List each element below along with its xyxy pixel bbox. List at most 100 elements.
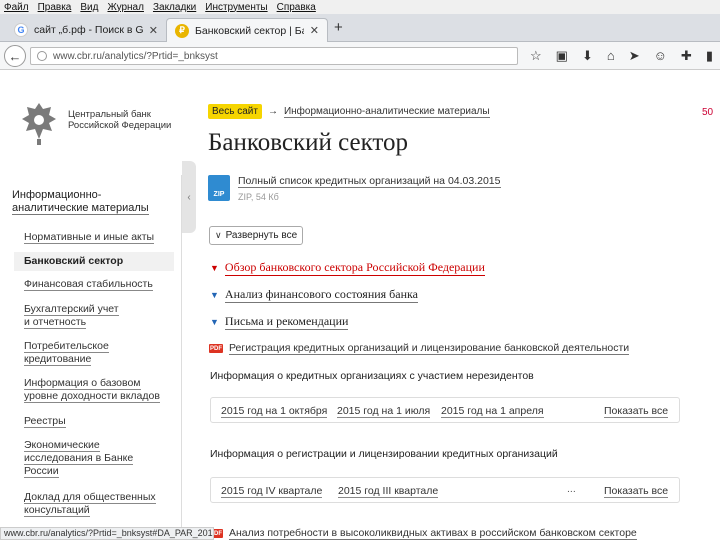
- sidebar-item-label: Доклад для общественных: [24, 491, 156, 504]
- sidebar-item-label: Банковский сектор: [24, 255, 124, 267]
- sidebar-item-financial-stability[interactable]: Финансовая стабильность: [24, 278, 174, 291]
- extension-icon[interactable]: ▮: [706, 48, 713, 64]
- logo-line: Российской Федерации: [68, 120, 172, 131]
- accordion-financial-analysis[interactable]: ▼ Анализ финансового состояния банка: [210, 287, 419, 303]
- tab-title: сайт „б.рф - Поиск в Goo...: [34, 24, 143, 36]
- tab-bank-sector[interactable]: ₽ Банковский сектор | Банк... ✕: [166, 18, 328, 42]
- close-tab-icon[interactable]: ✕: [149, 24, 158, 37]
- menu-view[interactable]: Вид: [80, 2, 98, 13]
- accordion-banking-overview[interactable]: ▼ Обзор банковского сектора Российской Ф…: [210, 260, 485, 276]
- show-all-link[interactable]: Показать все: [604, 485, 669, 498]
- reader-icon[interactable]: ▣: [556, 48, 568, 64]
- download-icon[interactable]: ⬇: [582, 48, 593, 64]
- sidebar-item-accounting[interactable]: Бухгалтерский учет и отчетность: [24, 303, 174, 329]
- toolbar-icons: ☆ ▣ ⬇ ⌂ ➤ ☺ ✚ ▮ ≡: [530, 48, 720, 64]
- sidebar-item-label: исследования в Банке: [24, 452, 134, 465]
- breadcrumb-separator: →: [267, 106, 278, 117]
- sidebar-collapse-handle[interactable]: ‹: [182, 161, 196, 233]
- sidebar-item-label: России: [24, 465, 59, 478]
- sidebar-item-normative-acts[interactable]: Нормативные и иные акты: [24, 231, 174, 244]
- registration-links-box: 2015 год IV квартале 2015 год III кварта…: [210, 477, 680, 503]
- link-text: Полный список кредитных организаций на 0…: [238, 175, 501, 188]
- menu-file[interactable]: Файл: [4, 2, 29, 13]
- file-size: ZIP, 54 Кб: [238, 192, 279, 202]
- menu-bookmarks[interactable]: Закладки: [153, 2, 196, 13]
- sidebar-item-economic-research[interactable]: Экономические исследования в Банке Росси…: [24, 439, 174, 478]
- more-dots: ...: [567, 483, 576, 495]
- close-tab-icon[interactable]: ✕: [310, 24, 319, 37]
- show-all-link[interactable]: Показать все: [604, 405, 669, 418]
- registration-licensing-link[interactable]: PDF Регистрация кредитных организаций и …: [209, 342, 630, 355]
- credit-org-list-link[interactable]: Полный список кредитных организаций на 0…: [238, 175, 501, 188]
- sidebar-item-label: Реестры: [24, 415, 66, 428]
- sidebar-item-label: Экономические: [24, 439, 100, 452]
- pdf-file-icon: PDF: [209, 344, 223, 353]
- sidebar-item-label: кредитование: [24, 353, 92, 366]
- menu-tools[interactable]: Инструменты: [205, 2, 267, 13]
- accordion-label: Анализ финансового состояния банка: [224, 287, 419, 303]
- sidebar-title-line: аналитические материалы: [12, 202, 149, 215]
- sidebar-item-label: Нормативные и иные акты: [24, 231, 155, 244]
- new-tab-plus-icon[interactable]: +: [334, 19, 343, 36]
- chevron-down-icon: ▼: [210, 317, 219, 327]
- menu-help[interactable]: Справка: [277, 2, 316, 13]
- link-jul-2015[interactable]: 2015 год на 1 июля: [337, 405, 431, 418]
- sidebar-item-label: Бухгалтерский учет: [24, 303, 119, 316]
- link-q4-2015[interactable]: 2015 год IV квартале: [221, 485, 323, 498]
- zip-file-icon: ZIP: [208, 175, 230, 201]
- sidebar-item-label: уровне доходности вкладов: [24, 390, 160, 403]
- sidebar-item-label: Финансовая стабильность: [24, 278, 153, 291]
- breadcrumb-analytics[interactable]: Информационно-аналитические материалы: [283, 106, 490, 118]
- logo-line: Центральный банк: [68, 109, 151, 120]
- tab-title: Банковский сектор | Банк...: [195, 24, 304, 37]
- menu-bar: Файл Правка Вид Журнал Закладки Инструме…: [0, 0, 720, 14]
- link-text: Регистрация кредитных организаций и лице…: [229, 342, 630, 355]
- status-bar-url: www.cbr.ru/analytics/?Prtid=_bnksyst#DA_…: [0, 527, 214, 540]
- logo-text: Центральный банк Российской Федерации: [68, 109, 171, 131]
- url-text: www.cbr.ru/analytics/?Prtid=_bnksyst: [53, 50, 218, 62]
- addon-icon[interactable]: ✚: [681, 48, 692, 64]
- send-icon[interactable]: ➤: [629, 48, 640, 64]
- back-arrow-icon[interactable]: ←: [4, 45, 26, 67]
- menu-edit[interactable]: Правка: [38, 2, 72, 13]
- link-q3-2015[interactable]: 2015 год III квартале: [338, 485, 439, 498]
- chat-icon[interactable]: ☺: [654, 48, 667, 64]
- address-bar[interactable]: www.cbr.ru/analytics/?Prtid=_bnksyst: [30, 47, 518, 65]
- home-icon[interactable]: ⌂: [607, 48, 615, 64]
- tab-google-search[interactable]: G сайт „б.рф - Поиск в Goo... ✕: [6, 18, 166, 42]
- tab-bar: G сайт „б.рф - Поиск в Goo... ✕ ₽ Банков…: [0, 14, 720, 42]
- accordion-letters[interactable]: ▼ Письма и рекомендации: [210, 314, 349, 330]
- sidebar-item-label: консультаций: [24, 504, 90, 517]
- cbr-favicon-icon: ₽: [175, 23, 189, 38]
- link-oct-2015[interactable]: 2015 год на 1 октября: [221, 405, 328, 418]
- sidebar-section-title[interactable]: Информационно- аналитические материалы: [12, 189, 149, 215]
- navigation-bar: ← www.cbr.ru/analytics/?Prtid=_bnksyst ☆…: [0, 42, 720, 70]
- chevron-down-icon: ▼: [210, 290, 219, 300]
- corner-number: 50: [702, 107, 714, 118]
- page-content: Центральный банк Российской Федерации Ве…: [0, 71, 720, 540]
- accordion-label: Обзор банковского сектора Российской Фед…: [224, 260, 485, 276]
- nonresident-links-box: 2015 год на 1 октября 2015 год на 1 июля…: [210, 397, 680, 423]
- chevron-left-icon: ‹: [187, 191, 191, 203]
- expand-all-button[interactable]: ∨ Развернуть все: [209, 226, 304, 245]
- liquidity-analysis-link[interactable]: PDF Анализ потребности в высоколиквидных…: [209, 527, 637, 540]
- sidebar-item-public-report[interactable]: Доклад для общественных консультаций: [24, 491, 174, 517]
- sidebar-item-label: и отчетность: [24, 316, 87, 329]
- sidebar-item-bank-sector[interactable]: Банковский сектор: [14, 252, 174, 271]
- nonresident-info-title: Информация о кредитных организациях с уч…: [210, 370, 534, 382]
- chevron-down-icon: ▼: [210, 263, 219, 273]
- breadcrumb: Весь сайт → Информационно-аналитические …: [208, 104, 490, 119]
- sidebar-item-label: Информация о базовом: [24, 377, 141, 390]
- link-text: Анализ потребности в высоколиквидных акт…: [229, 527, 637, 540]
- breadcrumb-all-site[interactable]: Весь сайт: [208, 104, 262, 119]
- sidebar-item-consumer-credit[interactable]: Потребительское кредитование: [24, 340, 174, 366]
- sidebar-item-deposit-yield[interactable]: Информация о базовом уровне доходности в…: [24, 377, 174, 403]
- sidebar-item-label: Потребительское: [24, 340, 109, 353]
- info-icon[interactable]: [37, 51, 47, 61]
- sidebar-item-registries[interactable]: Реестры: [24, 415, 174, 428]
- menu-history[interactable]: Журнал: [107, 2, 144, 13]
- registration-info-title: Информация о регистрации и лицензировани…: [210, 448, 558, 460]
- bookmark-star-icon[interactable]: ☆: [530, 48, 542, 64]
- cbr-eagle-logo-icon[interactable]: [18, 99, 60, 147]
- link-apr-2015[interactable]: 2015 год на 1 апреля: [441, 405, 544, 418]
